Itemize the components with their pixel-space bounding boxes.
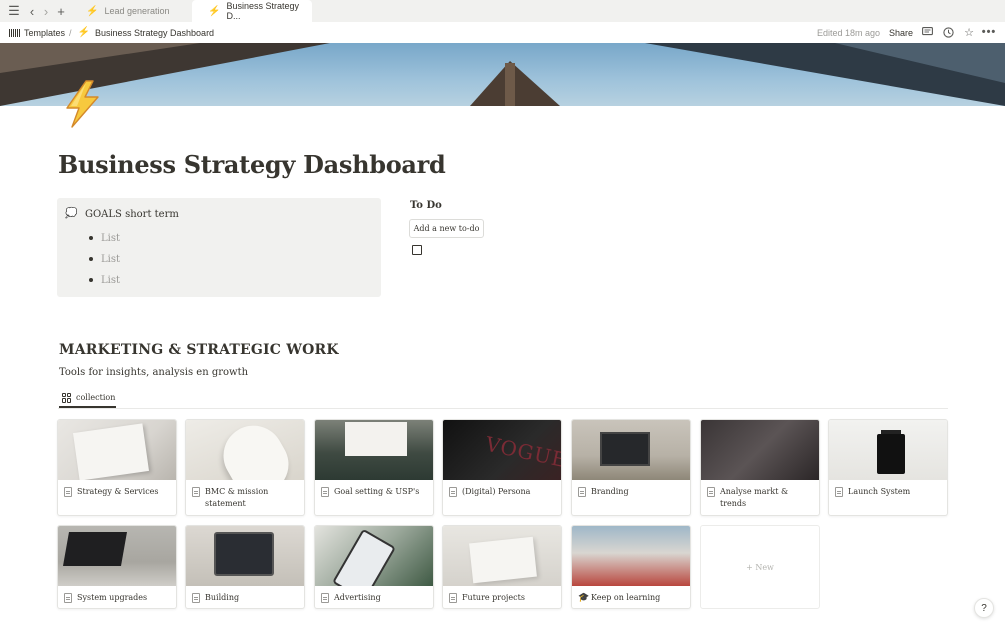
card-title: Keep on learning: [591, 593, 661, 602]
card-title: Goal setting & USP's: [334, 487, 420, 496]
card-cover-image: [186, 526, 304, 586]
more-options-icon[interactable]: •••: [982, 25, 996, 39]
list-item[interactable]: List: [89, 228, 120, 249]
speech-bubble-icon[interactable]: 💭: [65, 208, 77, 219]
hamburger-menu-icon[interactable]: ☰: [6, 3, 22, 19]
goals-title[interactable]: GOALS short term: [85, 209, 179, 220]
todo-heading[interactable]: To Do: [410, 200, 442, 211]
gallery-card-goal-setting[interactable]: Goal setting & USP's: [314, 419, 434, 516]
new-tab-plus-icon[interactable]: +: [53, 3, 69, 19]
card-title: Analyse markt & trends: [720, 487, 789, 508]
page-icon: [64, 593, 72, 603]
gallery-card-digital-persona[interactable]: (Digital) Persona: [442, 419, 562, 516]
share-button[interactable]: Share: [889, 22, 913, 43]
page-icon: [835, 487, 843, 497]
breadcrumb-templates[interactable]: Templates: [24, 28, 65, 38]
goals-list: List List List: [89, 228, 120, 291]
favorite-star-icon[interactable]: ☆: [962, 25, 976, 39]
goals-callout: 💭 GOALS short term List List List: [57, 198, 381, 297]
help-button[interactable]: ?: [974, 598, 994, 618]
card-cover-image: [443, 526, 561, 586]
gallery-card-launch-system[interactable]: Launch System: [828, 419, 948, 516]
page-icon: [707, 487, 715, 497]
templates-icon: [9, 28, 20, 37]
add-todo-button[interactable]: Add a new to-do: [409, 219, 484, 238]
browser-tab-business-strategy[interactable]: ⚡ Business Strategy D...: [192, 0, 312, 22]
gallery-card-building[interactable]: Building: [185, 525, 305, 609]
card-title: Launch System: [848, 487, 911, 496]
bolt-icon: ⚡: [208, 5, 221, 17]
page-icon: [192, 487, 200, 497]
forward-arrow-icon[interactable]: ›: [38, 3, 54, 19]
page-title[interactable]: Business Strategy Dashboard: [58, 150, 446, 179]
lightning-bolt-icon[interactable]: [62, 80, 104, 128]
page-icon: [192, 593, 200, 603]
card-cover-image: [701, 420, 819, 480]
breadcrumb: Templates / ⚡ Business Strategy Dashboar…: [9, 22, 214, 43]
section-heading[interactable]: MARKETING & STRATEGIC WORK: [59, 342, 339, 358]
browser-tab-lead-generation[interactable]: ⚡ Lead generation: [70, 0, 192, 22]
card-cover-image: [443, 420, 561, 480]
gallery-card-branding[interactable]: Branding: [571, 419, 691, 516]
history-clock-icon[interactable]: [941, 25, 955, 39]
edited-timestamp: Edited 18m ago: [817, 27, 881, 38]
card-title: BMC & mission statement: [205, 487, 269, 508]
section-subtitle[interactable]: Tools for insights, analysis en growth: [59, 367, 248, 378]
breadcrumb-current-page[interactable]: Business Strategy Dashboard: [95, 28, 214, 38]
breadcrumb-separator: /: [69, 27, 72, 38]
card-title: Advertising: [334, 593, 381, 602]
page-icon: [449, 487, 457, 497]
gallery-card-system-upgrades[interactable]: System upgrades: [57, 525, 177, 609]
new-card-button[interactable]: + New: [700, 525, 820, 609]
card-title: (Digital) Persona: [462, 487, 531, 496]
bolt-icon: ⚡: [77, 27, 90, 38]
tab-label: Business Strategy D...: [226, 1, 299, 21]
gallery-view-icon: [62, 392, 72, 403]
tab-collection[interactable]: collection: [59, 389, 116, 408]
card-cover-image: [186, 420, 304, 480]
gallery-card-analyse-markt[interactable]: Analyse markt & trends: [700, 419, 820, 516]
card-title: Strategy & Services: [77, 487, 159, 496]
divider: [58, 408, 948, 409]
notion-top-bar: Templates / ⚡ Business Strategy Dashboar…: [0, 22, 1005, 43]
bolt-icon: ⚡: [86, 5, 99, 17]
card-cover-image: [572, 526, 690, 586]
todo-checkbox[interactable]: [412, 245, 422, 255]
card-cover-image: [315, 420, 433, 480]
card-cover-image: [315, 526, 433, 586]
card-cover-image: [58, 420, 176, 480]
view-tab-label: collection: [76, 393, 116, 402]
card-title: Branding: [591, 487, 629, 496]
graduation-cap-icon: 🎓: [578, 593, 590, 603]
list-item[interactable]: List: [89, 270, 120, 291]
card-title: Future projects: [462, 593, 525, 602]
list-item[interactable]: List: [89, 249, 120, 270]
page-icon: [578, 487, 586, 497]
comments-icon[interactable]: [920, 25, 934, 39]
card-title: Building: [205, 593, 240, 602]
page-icon: [321, 487, 329, 497]
card-title: System upgrades: [77, 593, 148, 602]
gallery-card-keep-on-learning[interactable]: 🎓 Keep on learning: [571, 525, 691, 609]
page-icon: [64, 487, 72, 497]
card-cover-image: [58, 526, 176, 586]
tab-label: Lead generation: [104, 6, 170, 16]
gallery-card-future-projects[interactable]: Future projects: [442, 525, 562, 609]
gallery-card-strategy-services[interactable]: Strategy & Services: [57, 419, 177, 516]
card-cover-image: [572, 420, 690, 480]
page-icon: [449, 593, 457, 603]
gallery-card-bmc-mission[interactable]: BMC & mission statement: [185, 419, 305, 516]
page-icon: [321, 593, 329, 603]
card-cover-image: [829, 420, 947, 480]
page-cover-image: [0, 43, 1005, 106]
gallery-card-advertising[interactable]: Advertising: [314, 525, 434, 609]
browser-tab-bar: ☰ ‹ › + ⚡ Lead generation ⚡ Business Str…: [0, 0, 1005, 22]
